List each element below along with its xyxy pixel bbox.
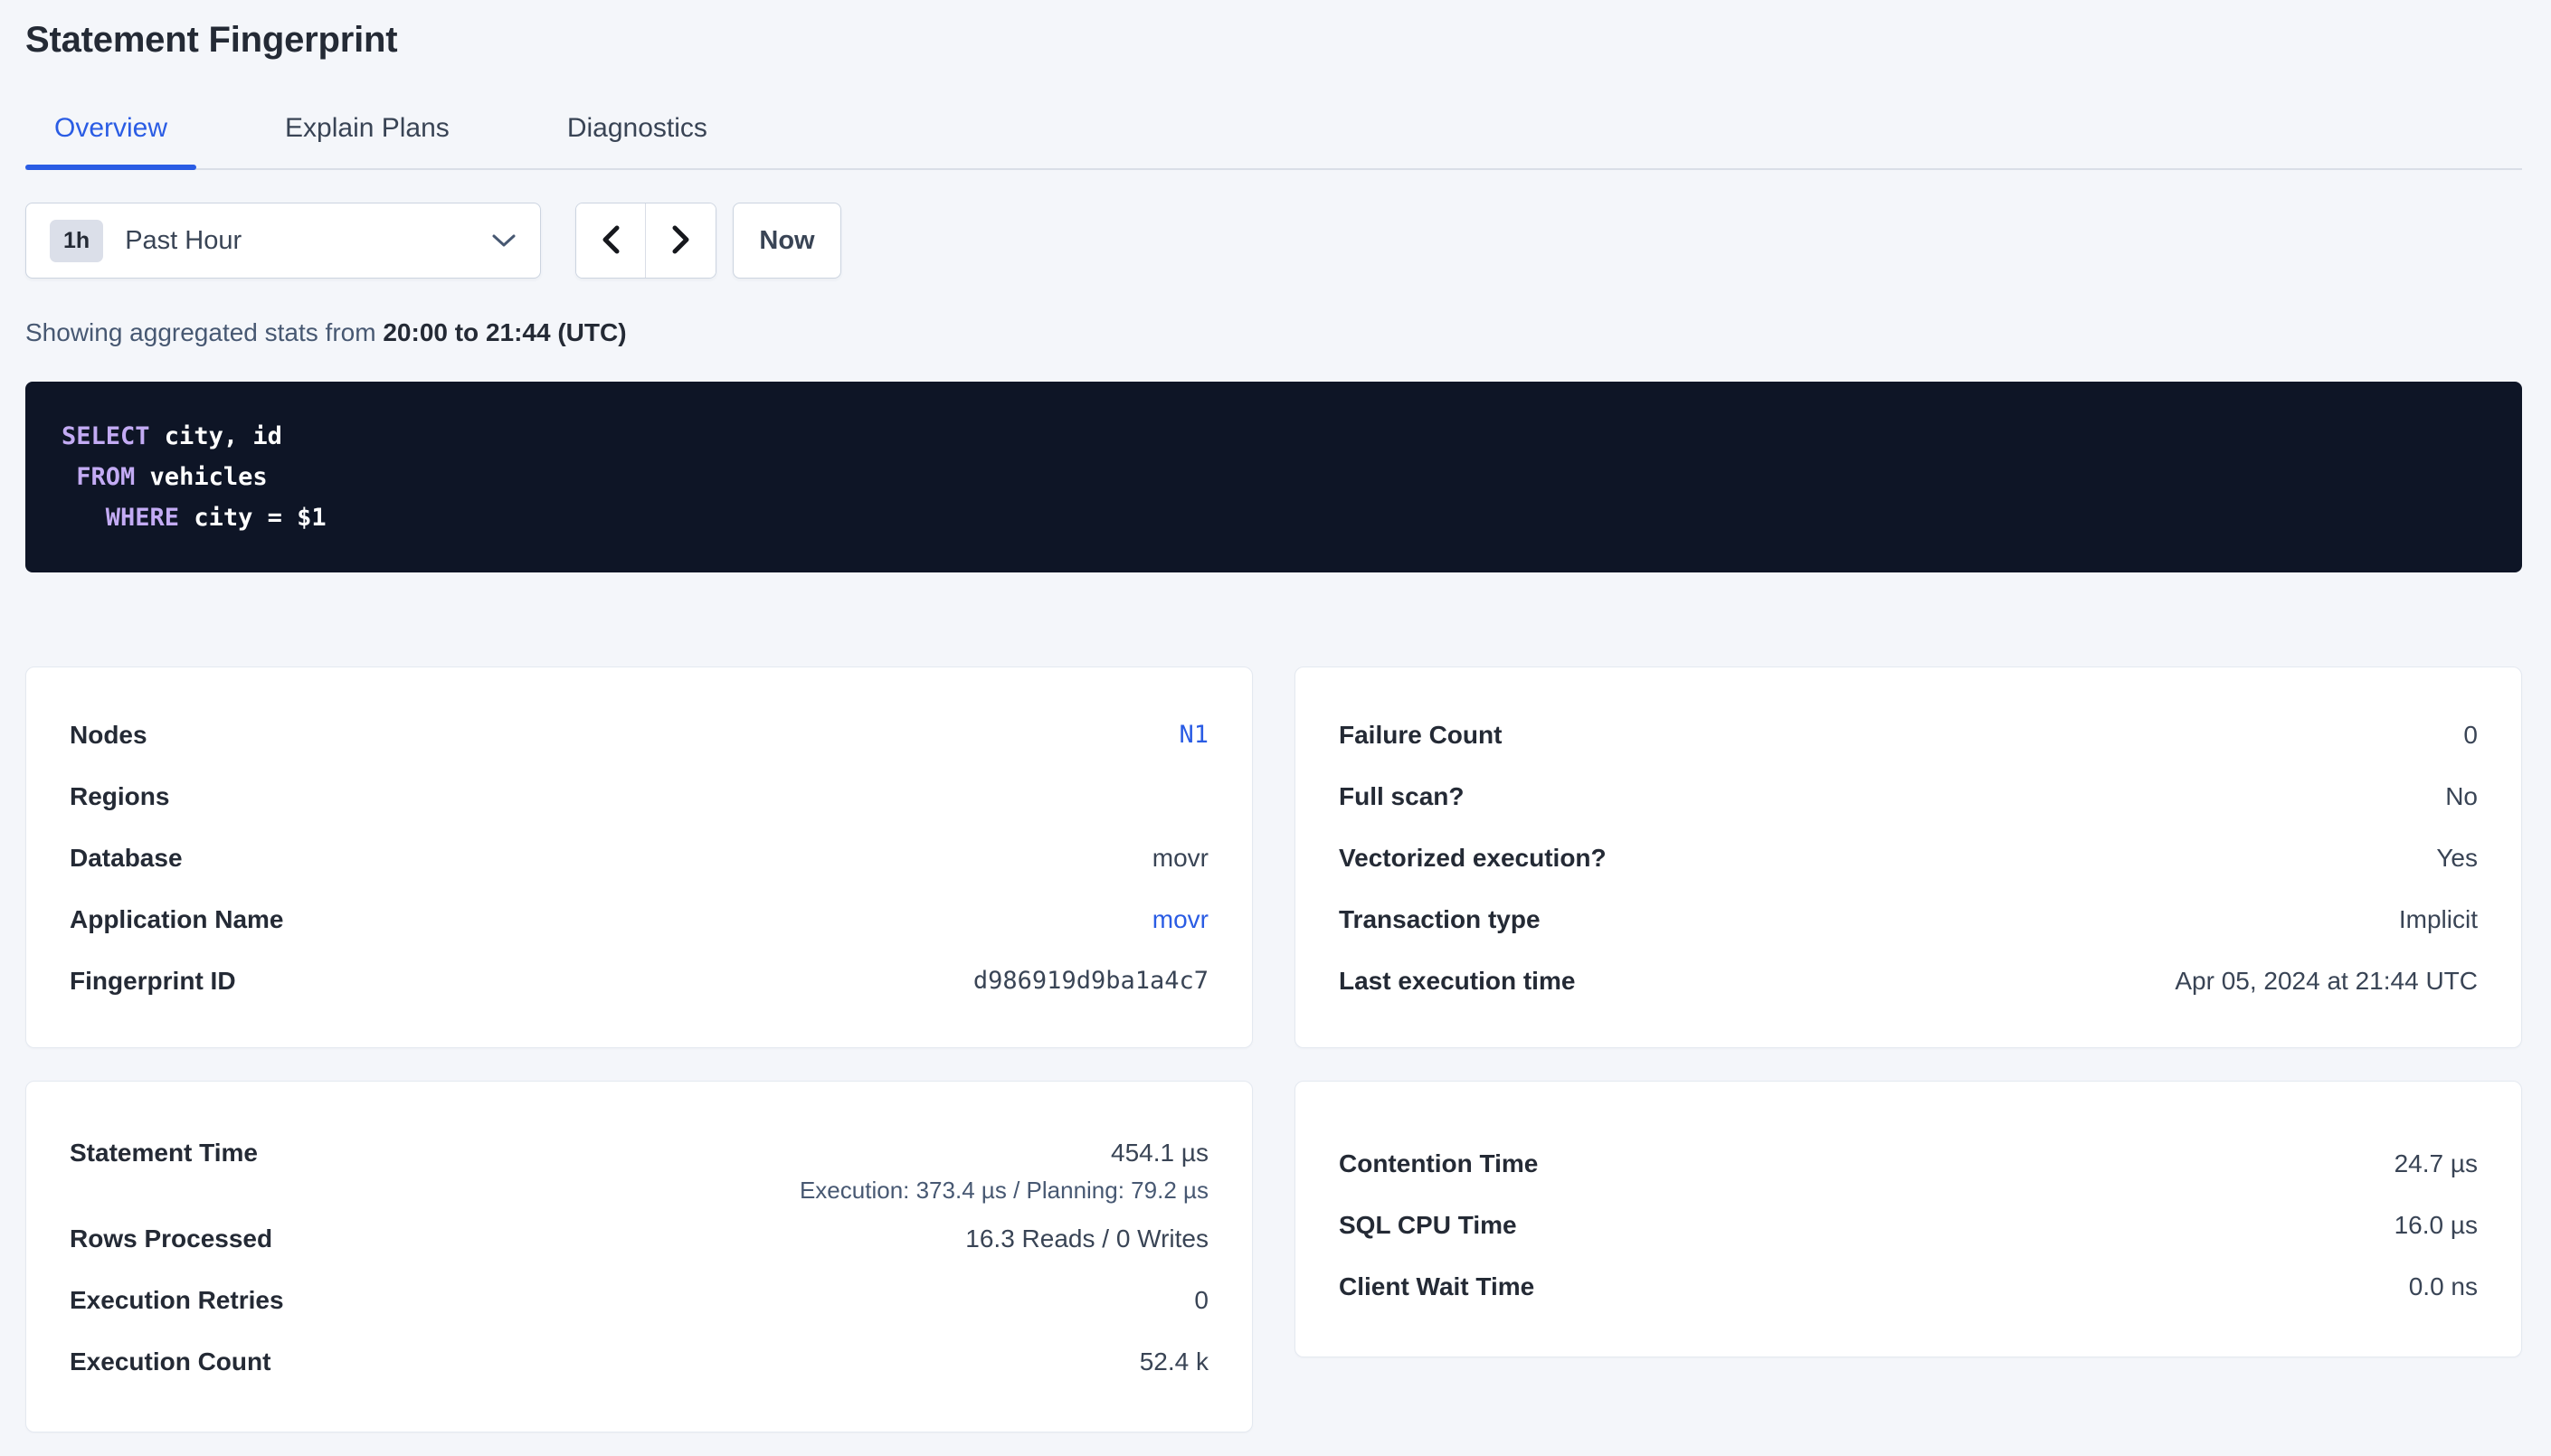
interval-arrow-group [575,203,716,279]
table-row: Fingerprint ID d986919d9ba1a4c7 [70,950,1209,1011]
prev-interval-button[interactable] [576,203,646,278]
row-label: Execution Count [70,1341,270,1382]
execution-attributes-card: Failure Count 0 Full scan? No Vectorized… [1294,667,2522,1048]
vectorized-execution-value: Yes [2436,837,2478,878]
contention-time-value: 24.7 µs [2395,1143,2478,1184]
nodes-link[interactable]: N1 [1179,714,1209,755]
chevron-down-icon [491,232,517,249]
row-label: Failure Count [1339,714,1502,755]
interval-badge: 1h [50,220,103,262]
time-range-dropdown[interactable]: 1h Past Hour [25,203,541,279]
table-row: Nodes N1 [70,704,1209,765]
row-label: Regions [70,776,169,817]
next-interval-button[interactable] [646,203,716,278]
page-title: Statement Fingerprint [25,18,2522,61]
statement-time-breakdown: Execution: 373.4 µs / Planning: 79.2 µs [800,1173,1209,1207]
statement-time-value: 454.1 µs [1111,1132,1209,1173]
sql-statement-box: SELECT city, id FROM vehicles WHERE city… [25,382,2522,572]
statement-details-card: Nodes N1 Regions Database movr Applicati… [25,667,1253,1048]
sql-indent [62,504,106,532]
fingerprint-id-value: d986919d9ba1a4c7 [973,960,1209,1001]
sql-keyword: FROM [76,463,135,491]
table-row: Client Wait Time 0.0 ns [1339,1255,2478,1317]
failure-count-value: 0 [2463,714,2478,755]
table-row: Rows Processed 16.3 Reads / 0 Writes [70,1207,1209,1269]
row-label: Nodes [70,714,147,755]
sql-line: SELECT city, id [62,416,2486,457]
table-row: Regions [70,765,1209,827]
execution-count-value: 52.4 k [1140,1341,1209,1382]
tab-overview[interactable]: Overview [25,112,196,168]
row-label: Last execution time [1339,960,1575,1001]
statement-time-value-stack: 454.1 µs Execution: 373.4 µs / Planning:… [800,1132,1209,1207]
rows-processed-value: 16.3 Reads / 0 Writes [965,1218,1209,1259]
table-row: Last execution time Apr 05, 2024 at 21:4… [1339,950,2478,1011]
sql-text: vehicles [135,463,267,491]
row-label: Rows Processed [70,1218,272,1259]
full-scan-value: No [2445,776,2478,817]
now-button[interactable]: Now [733,203,841,279]
caption-time-range: 20:00 to 21:44 (UTC) [383,318,626,346]
sql-text: city, id [150,422,282,450]
application-name-link[interactable]: movr [1152,899,1209,940]
sql-indent [62,463,76,491]
statement-fingerprint-page: Statement Fingerprint Overview Explain P… [0,0,2551,1432]
transaction-type-value: Implicit [2399,899,2478,940]
table-row: Database movr [70,827,1209,888]
row-label: Full scan? [1339,776,1464,817]
tab-bar: Overview Explain Plans Diagnostics [25,112,2522,170]
row-label: Vectorized execution? [1339,837,1607,878]
resource-usage-card: Contention Time 24.7 µs SQL CPU Time 16.… [1294,1081,2522,1357]
sql-keyword: SELECT [62,422,150,450]
table-row: Execution Retries 0 [70,1269,1209,1330]
database-value: movr [1152,837,1209,878]
chevron-right-icon [670,224,692,258]
table-row: Execution Count 52.4 k [70,1330,1209,1392]
tab-diagnostics[interactable]: Diagnostics [538,112,736,168]
sql-keyword: WHERE [106,504,179,532]
table-row: Failure Count 0 [1339,704,2478,765]
time-range-label: Past Hour [125,226,242,256]
last-execution-time-value: Apr 05, 2024 at 21:44 UTC [2175,960,2478,1001]
sql-cpu-time-value: 16.0 µs [2395,1205,2478,1245]
row-label: Database [70,837,183,878]
tab-explain-plans[interactable]: Explain Plans [256,112,479,168]
row-label: Execution Retries [70,1280,284,1320]
client-wait-time-value: 0.0 ns [2409,1266,2478,1307]
table-row: Vectorized execution? Yes [1339,827,2478,888]
caption-prefix: Showing aggregated stats from [25,318,383,346]
sql-line: FROM vehicles [62,457,2486,497]
sql-line: WHERE city = $1 [62,497,2486,538]
row-label: Client Wait Time [1339,1266,1534,1307]
row-label: Transaction type [1339,899,1541,940]
aggregated-stats-caption: Showing aggregated stats from 20:00 to 2… [25,318,2522,347]
table-row: Application Name movr [70,888,1209,950]
table-row: Contention Time 24.7 µs [1339,1132,2478,1194]
row-label: SQL CPU Time [1339,1205,1517,1245]
table-row: Statement Time 454.1 µs Execution: 373.4… [70,1132,1209,1207]
table-row: SQL CPU Time 16.0 µs [1339,1194,2478,1255]
row-label: Statement Time [70,1132,258,1173]
chevron-left-icon [600,224,621,258]
time-picker-controls: 1h Past Hour Now [25,203,2522,279]
row-label: Application Name [70,899,283,940]
table-row: Full scan? No [1339,765,2478,827]
row-label: Contention Time [1339,1143,1538,1184]
row-label: Fingerprint ID [70,960,236,1001]
summary-cards-grid: Nodes N1 Regions Database movr Applicati… [25,667,2522,1432]
execution-retries-value: 0 [1194,1280,1209,1320]
statement-times-card: Statement Time 454.1 µs Execution: 373.4… [25,1081,1253,1432]
table-row: Transaction type Implicit [1339,888,2478,950]
sql-text: city = $1 [179,504,327,532]
